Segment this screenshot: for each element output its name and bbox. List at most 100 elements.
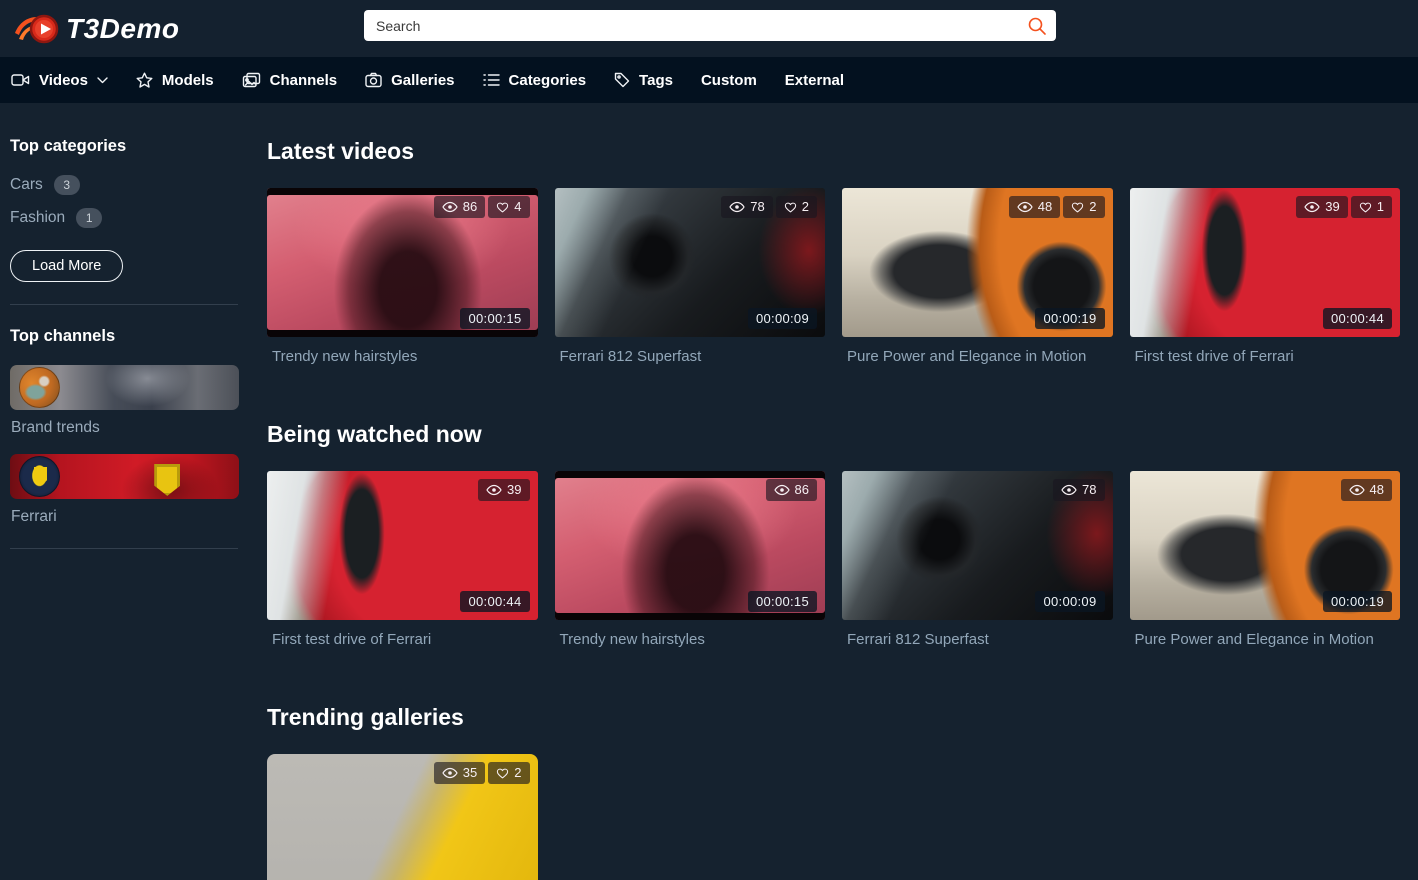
nav-item-models[interactable]: Models (136, 72, 214, 89)
video-title[interactable]: Trendy new hairstyles (272, 348, 538, 365)
video-title[interactable]: Trendy new hairstyles (560, 631, 826, 648)
load-more-button[interactable]: Load More (10, 250, 124, 282)
nav-item-external[interactable]: External (785, 72, 844, 89)
ferrari-shield-icon (154, 463, 181, 496)
section-being-watched: Being watched now 39 00:00:44 First test… (267, 421, 1400, 648)
views-badge: 48 (1340, 479, 1392, 501)
duration-badge: 00:00:09 (1035, 591, 1105, 612)
sidebar-item-cars[interactable]: Cars 3 (10, 175, 238, 195)
nav-label: Custom (700, 71, 757, 89)
header: T3Demo (0, 0, 1418, 57)
list-icon (482, 74, 500, 86)
section-title: Being watched now (267, 421, 482, 447)
video-title[interactable]: Pure Power and Elegance in Motion (847, 348, 1113, 365)
category-label: Cars (10, 176, 43, 193)
nav-label: Models (161, 71, 214, 89)
channel-avatar (19, 456, 60, 497)
video-card[interactable]: 86 4 00:00:15 Trendy new hairstyles (267, 188, 538, 365)
nav-item-channels[interactable]: Channels (242, 72, 337, 89)
video-thumbnail[interactable]: 48 00:00:19 (1129, 471, 1400, 620)
top-channels-heading: Top channels (10, 327, 116, 345)
section-title: Latest videos (267, 138, 414, 164)
video-card[interactable]: 78 00:00:09 Ferrari 812 Superfast (842, 471, 1113, 648)
duration-badge: 00:00:09 (747, 308, 817, 329)
duration-badge: 00:00:15 (747, 591, 817, 612)
nav-item-tags[interactable]: Tags (614, 72, 673, 89)
chevron-down-icon (97, 76, 108, 83)
duration-badge: 00:00:19 (1322, 591, 1392, 612)
video-card[interactable]: 78 2 00:00:09 Ferrari 812 Superfast (554, 188, 826, 365)
video-card[interactable]: 39 1 00:00:44 First test drive of Ferrar… (1129, 188, 1401, 365)
logo-flame-play-icon (15, 14, 59, 43)
main-navigation: Videos Models Channels Galleries Categor… (0, 57, 1418, 103)
views-badge: 86 (433, 196, 486, 218)
likes-badge: 2 (1063, 196, 1105, 218)
video-title[interactable]: Ferrari 812 Superfast (847, 631, 1113, 648)
video-thumbnail[interactable]: 78 2 00:00:09 (554, 188, 825, 337)
gallery-thumbnail[interactable]: 35 2 (267, 754, 538, 880)
likes-badge: 1 (1350, 196, 1392, 218)
video-card[interactable]: 39 00:00:44 First test drive of Ferrari (267, 471, 538, 648)
section-trending-galleries: Trending galleries 35 2 (267, 704, 1400, 880)
likes-badge: 4 (488, 196, 530, 218)
video-card[interactable]: 86 00:00:15 Trendy new hairstyles (554, 471, 826, 648)
video-thumbnail[interactable]: 86 00:00:15 (554, 471, 825, 620)
video-title[interactable]: Ferrari 812 Superfast (560, 348, 826, 365)
likes-badge: 2 (775, 196, 817, 218)
video-thumbnail[interactable]: 86 4 00:00:15 (267, 188, 538, 337)
nav-item-galleries[interactable]: Galleries (365, 71, 455, 89)
sidebar: Top categories Cars 3 Fashion 1 Load Mor… (0, 103, 250, 880)
video-thumbnail[interactable]: 48 2 00:00:19 (842, 188, 1113, 337)
video-thumbnail[interactable]: 39 1 00:00:44 (1129, 188, 1400, 337)
channel-card-brand-trends[interactable]: Brand trends (10, 365, 239, 437)
views-badge: 48 (1008, 196, 1061, 218)
search-icon[interactable] (1027, 16, 1047, 36)
nav-label: External (784, 71, 844, 89)
duration-badge: 00:00:44 (1322, 308, 1392, 329)
nav-item-videos[interactable]: Videos (11, 72, 108, 89)
main-content: Latest videos 86 4 00:00:15 Trendy new h… (250, 103, 1418, 880)
duration-badge: 00:00:19 (1035, 308, 1105, 329)
search-input[interactable] (364, 10, 1056, 41)
sidebar-item-fashion[interactable]: Fashion 1 (10, 208, 238, 228)
nav-label: Galleries (391, 71, 455, 89)
channel-name[interactable]: Brand trends (11, 419, 238, 437)
views-badge: 78 (721, 196, 773, 218)
views-badge: 86 (765, 479, 817, 501)
channel-name[interactable]: Ferrari (11, 508, 238, 526)
camera-icon (365, 72, 382, 88)
video-card[interactable]: 48 00:00:19 Pure Power and Elegance in M… (1129, 471, 1401, 648)
top-categories-heading: Top categories (10, 137, 127, 155)
gallery-card[interactable]: 35 2 (267, 754, 538, 880)
nav-label: Tags (639, 71, 673, 89)
nav-item-categories[interactable]: Categories (482, 71, 587, 89)
category-count-badge: 3 (53, 175, 80, 195)
video-thumbnail[interactable]: 78 00:00:09 (842, 471, 1113, 620)
video-title[interactable]: First test drive of Ferrari (272, 631, 538, 648)
video-camera-icon (11, 74, 30, 86)
category-count-badge: 1 (76, 208, 103, 228)
nav-item-custom[interactable]: Custom (701, 72, 757, 89)
logo-text: T3Demo (66, 12, 180, 44)
tag-icon (614, 72, 630, 88)
views-badge: 35 (433, 762, 486, 784)
search-bar (364, 10, 1056, 41)
site-logo[interactable]: T3Demo (13, 11, 179, 47)
star-icon (136, 72, 153, 88)
video-title[interactable]: First test drive of Ferrari (1135, 348, 1401, 365)
category-label: Fashion (10, 209, 66, 226)
channel-card-ferrari[interactable]: Ferrari (10, 454, 239, 526)
video-thumbnail[interactable]: 39 00:00:44 (267, 471, 538, 620)
views-badge: 39 (1296, 196, 1348, 218)
sidebar-divider (10, 548, 238, 549)
video-card[interactable]: 48 2 00:00:19 Pure Power and Elegance in… (842, 188, 1113, 365)
section-title: Trending galleries (267, 704, 464, 730)
section-latest-videos: Latest videos 86 4 00:00:15 Trendy new h… (267, 138, 1400, 365)
nav-label: Categories (508, 71, 587, 89)
likes-badge: 2 (488, 762, 530, 784)
views-badge: 78 (1053, 479, 1105, 501)
channel-avatar (19, 367, 60, 408)
video-title[interactable]: Pure Power and Elegance in Motion (1135, 631, 1401, 648)
sidebar-divider (10, 304, 238, 305)
channels-icon (242, 72, 260, 88)
